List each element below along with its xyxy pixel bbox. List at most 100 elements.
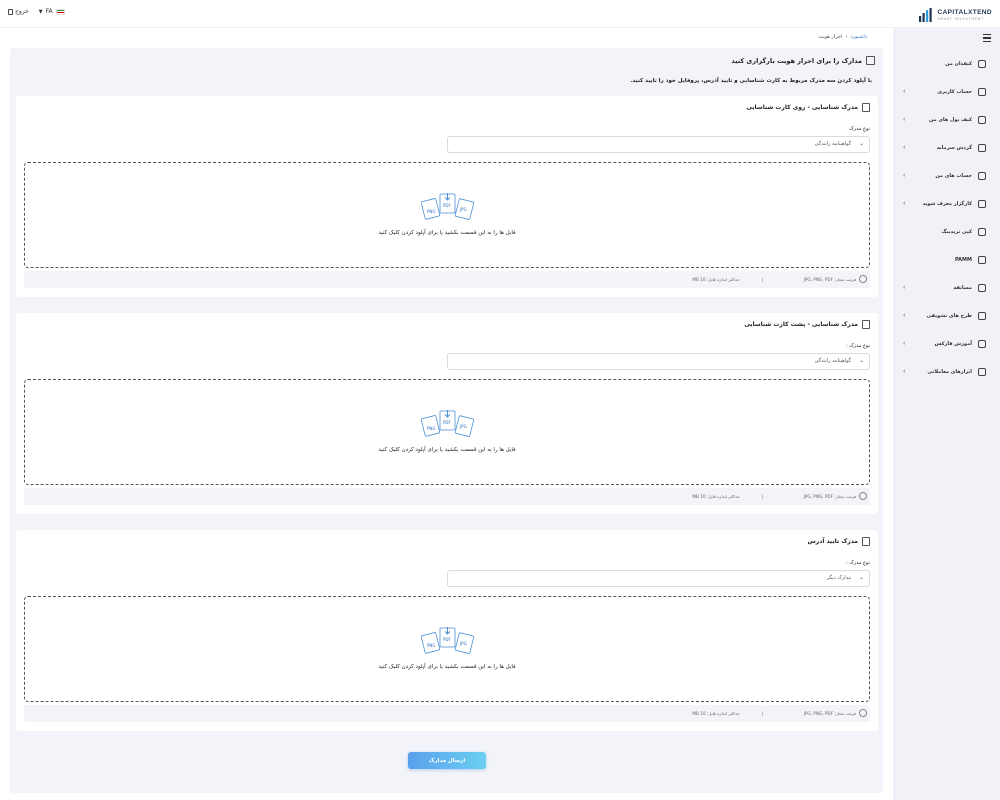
sidebar: کیفدان من ‹ حساب کاربری ‹ کیف پول های من ‹ گرد…: [893, 28, 1000, 800]
brand-tagline: SMART INVESTMENT: [937, 16, 984, 21]
file-types-icon: PNG PDF JPG: [421, 410, 475, 437]
sidebar-item[interactable]: ‹ ابزارهای معاملاتی: [893, 362, 1000, 382]
requirements-separator: |: [761, 494, 763, 499]
sidebar-item[interactable]: ‹ حساب کاربری: [893, 82, 1000, 102]
chevron-left-icon: ‹: [903, 284, 906, 291]
breadcrumb: داشبورد › احراز هویت: [818, 34, 867, 40]
document-type-value: گواهینامه رانندگی: [814, 141, 851, 147]
logout-icon: [8, 8, 13, 15]
iran-flag-icon: [55, 8, 65, 15]
sidebar-item[interactable]: کپی تریدینگ: [893, 222, 1000, 242]
copy-icon: [978, 228, 986, 236]
sidebar-item[interactable]: ‹ طرح های تشویقی: [893, 306, 1000, 326]
sidebar-item[interactable]: ‹ آموزش فارکس: [893, 334, 1000, 354]
logout-button[interactable]: خروج: [8, 8, 29, 15]
file-dropzone[interactable]: PNG PDF JPG فایل ها را به این قسمت بکشید یا…: [24, 379, 870, 485]
sidebar-item[interactable]: ‹ گردش سرمایه: [893, 138, 1000, 158]
requirements-separator: |: [761, 277, 763, 282]
file-types-icon: PNG PDF JPG: [421, 193, 475, 220]
breadcrumb-current: احراز هویت: [818, 34, 843, 40]
info-icon: [859, 275, 867, 283]
chevron-left-icon: ‹: [903, 172, 906, 179]
brand-logo[interactable]: CAPITALXTEND SMART INVESTMENT: [918, 5, 992, 25]
page-title-text: مدارک را برای احراز هویت بارگزاری کنید: [731, 56, 862, 65]
sidebar-item-label: ابزارهای معاملاتی: [927, 369, 972, 375]
document-type-label: نوع مدرک: [849, 126, 870, 132]
page-description: با آپلود کردن سه مدرک مربوط به کارت شناس…: [630, 78, 872, 84]
sidebar-item-label: کارگزار معرف شوید: [922, 201, 972, 207]
card-title: مدرک تایید آدرس: [807, 537, 870, 546]
wallet-icon: [978, 116, 986, 124]
user-icon: [978, 88, 986, 96]
max-file-size: حداکثر اندازه فایل: 10 MB: [692, 277, 740, 282]
sidebar-item-label: حساب کاربری: [937, 89, 972, 95]
card-title-text: مدرک شناسایی - پشت کارت شناسایی: [744, 321, 858, 328]
chevron-down-icon: ▼: [38, 8, 43, 15]
file-type-label: PDF: [443, 203, 451, 208]
document-card: مدرک شناسایی - پشت کارت شناسایی نوع مدرک …: [16, 313, 878, 514]
chevron-down-icon: ⌄: [858, 357, 864, 364]
sidebar-item-label: حساب های من: [935, 173, 972, 179]
sidebar-item-label: کیفدان من: [945, 61, 972, 67]
chevron-left-icon: ‹: [903, 368, 906, 375]
sidebar-item[interactable]: ‹ کیف پول های من: [893, 110, 1000, 130]
dropzone-text: فایل ها را به این قسمت بکشید یا برای آپل…: [378, 664, 516, 670]
file-type-label: JPG: [459, 207, 467, 212]
sidebar-item-label: PAMM: [954, 257, 972, 263]
allowed-formats: فرمت مجاز: JPG, PNG, PDF: [803, 277, 856, 282]
users-icon: [978, 172, 986, 180]
chevron-down-icon: ⌄: [858, 140, 864, 147]
sidebar-item-label: مسابقه: [953, 285, 972, 291]
document-type-value: گواهینامه رانندگی: [814, 358, 851, 364]
file-dropzone[interactable]: PNG PDF JPG فایل ها را به این قسمت بکشید یا…: [24, 596, 870, 702]
sidebar-item[interactable]: ‹ کارگزار معرف شوید: [893, 194, 1000, 214]
top-bar: CAPITALXTEND SMART INVESTMENT خروج ▼ FA: [0, 0, 1000, 28]
tools-icon: [978, 368, 986, 376]
upload-requirements: فرمت مجاز: JPG, PNG, PDF | حداکثر اندازه ف…: [24, 705, 870, 722]
breadcrumb-home-link[interactable]: داشبورد: [850, 34, 867, 40]
sidebar-item[interactable]: کیفدان من: [893, 54, 1000, 74]
document-type-select[interactable]: ⌄ گواهینامه رانندگی: [447, 353, 870, 370]
document-type-value: مدارک دیگر: [826, 575, 851, 581]
card-title: مدرک شناسایی - روی کارت شناسایی: [746, 103, 870, 112]
file-dropzone[interactable]: PNG PDF JPG فایل ها را به این قسمت بکشید یا…: [24, 162, 870, 268]
sidebar-item-label: کیف پول های من: [929, 117, 972, 123]
chevron-left-icon: ‹: [903, 144, 906, 151]
sidebar-item-label: آموزش فارکس: [934, 341, 972, 347]
document-type-select[interactable]: ⌄ مدارک دیگر: [447, 570, 870, 587]
trophy-icon: [978, 284, 986, 292]
chevron-down-icon: ⌄: [858, 574, 864, 581]
file-type-label: PNG: [427, 426, 436, 431]
submit-documents-button[interactable]: ارسال مدارک: [408, 752, 486, 769]
education-icon: [978, 340, 986, 348]
chevron-left-icon: ‹: [903, 88, 906, 95]
chevron-left-icon: ‹: [903, 312, 906, 319]
document-card: مدرک شناسایی - روی کارت شناسایی نوع مدرک ⌄…: [16, 96, 878, 297]
card-title-text: مدرک تایید آدرس: [807, 538, 859, 545]
sidebar-item[interactable]: ‹ حساب های من: [893, 166, 1000, 186]
handshake-icon: [978, 200, 986, 208]
chevron-left-icon: ‹: [903, 340, 906, 347]
file-type-label: JPG: [459, 424, 467, 429]
card-title: مدرک شناسایی - پشت کارت شناسایی: [744, 320, 870, 329]
brand-logo-icon: [919, 8, 933, 22]
language-selector[interactable]: ▼ FA: [39, 8, 65, 15]
info-icon: [859, 709, 867, 717]
menu-hamburger-icon[interactable]: [983, 34, 991, 43]
info-icon: [859, 492, 867, 500]
sidebar-item[interactable]: ‹ مسابقه: [893, 278, 1000, 298]
scale-icon: [978, 144, 986, 152]
file-type-label: PNG: [427, 643, 436, 648]
top-actions: خروج ▼ FA: [8, 8, 65, 15]
chevron-left-icon: ‹: [903, 200, 906, 207]
home-icon: [978, 60, 986, 68]
document-type-select[interactable]: ⌄ گواهینامه رانندگی: [447, 136, 870, 153]
gift-icon: [978, 312, 986, 320]
sidebar-item[interactable]: PAMM: [893, 250, 1000, 270]
refresh-icon: [978, 256, 986, 264]
upload-requirements: فرمت مجاز: JPG, PNG, PDF | حداکثر اندازه ف…: [24, 271, 870, 288]
upload-requirements: فرمت مجاز: JPG, PNG, PDF | حداکثر اندازه ف…: [24, 488, 870, 505]
sidebar-item-label: گردش سرمایه: [936, 145, 972, 151]
brand-name: CAPITALXTEND: [937, 8, 992, 16]
file-type-label: PNG: [427, 209, 436, 214]
